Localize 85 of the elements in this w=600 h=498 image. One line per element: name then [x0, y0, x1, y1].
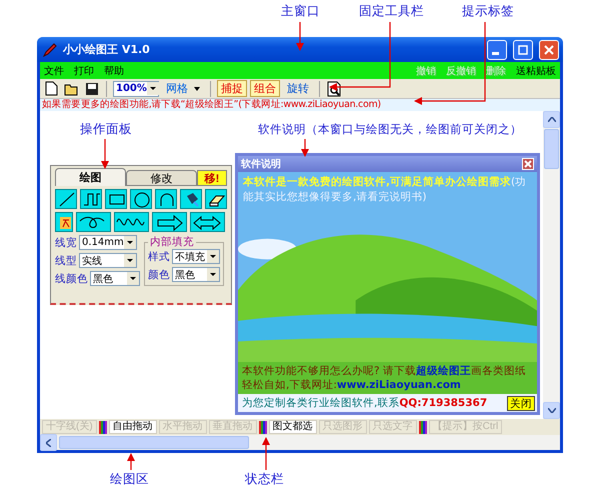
- color-bars-icon: [98, 420, 107, 434]
- maximize-button[interactable]: [513, 40, 533, 60]
- close-button[interactable]: 关闭: [507, 396, 535, 410]
- maximize-icon: [518, 44, 528, 54]
- menu-item[interactable]: 打印: [74, 64, 94, 78]
- dropdown-caret-icon: [146, 82, 159, 95]
- leader-arrow: [101, 139, 109, 169]
- circle-icon: [132, 190, 150, 208]
- panel-tab[interactable]: 绘图: [55, 168, 126, 186]
- scroll-left-icon[interactable]: [40, 434, 57, 451]
- line-icon: [57, 190, 75, 208]
- dropdown-caret-icon: [124, 254, 136, 267]
- drawing-tool-button[interactable]: [55, 189, 77, 209]
- field-label: 线型: [55, 254, 77, 268]
- contact-text: 为您定制各类行业绘图软件,联系QQ:719385367: [242, 396, 488, 410]
- scrollbar-thumb[interactable]: [544, 129, 559, 169]
- field-label: 线宽: [55, 236, 77, 250]
- toolbar-button[interactable]: 组合: [250, 80, 280, 97]
- save-icon[interactable]: [83, 80, 100, 97]
- annotation-label: 主窗口: [281, 3, 320, 20]
- annotation-label: 操作面板: [80, 121, 132, 138]
- leader-arrow: [301, 139, 309, 157]
- select-field[interactable]: 不填充: [172, 249, 220, 264]
- leader-arrow: [329, 22, 391, 91]
- color-bars-icon: [418, 420, 427, 434]
- annotation-label: 提示标签: [462, 3, 514, 20]
- dropdown-caret-icon: [127, 272, 139, 285]
- annotation-label: 固定工具栏: [359, 3, 424, 20]
- close-button[interactable]: [522, 158, 534, 170]
- leader-arrow: [296, 22, 304, 51]
- drawing-tool-button[interactable]: [105, 189, 127, 209]
- minimize-button[interactable]: [487, 40, 507, 60]
- zoom-dropdown[interactable]: 100%: [113, 80, 159, 96]
- vertical-scrollbar[interactable]: [543, 111, 560, 419]
- new-file-icon[interactable]: [43, 80, 60, 97]
- window-title: 小小绘图王 V1.0: [63, 42, 151, 57]
- select-field[interactable]: 0.14mm: [79, 235, 137, 250]
- pencil-icon: [43, 42, 57, 56]
- double-arrow-icon: [192, 213, 223, 231]
- annotation-label: 状态栏: [245, 471, 284, 488]
- hint-label: 如果需要更多的绘图功能,请下载“超级绘图王”(下载网址:www.ziLiaoyuan.com): [40, 99, 560, 111]
- drawing-tool-button[interactable]: [180, 189, 202, 209]
- horizontal-scrollbar[interactable]: [40, 435, 560, 450]
- drawing-tool-button[interactable]: [76, 212, 111, 232]
- close-button[interactable]: [539, 40, 559, 60]
- drawing-tool-button[interactable]: [190, 212, 225, 232]
- status-toggle[interactable]: 自由拖动: [108, 420, 157, 434]
- drawing-tool-button[interactable]: [152, 212, 187, 232]
- scroll-up-icon[interactable]: [543, 111, 560, 128]
- color-bars-icon: [258, 420, 267, 434]
- drawing-tool-button[interactable]: [205, 189, 227, 209]
- select-field[interactable]: 实线: [79, 253, 137, 268]
- dropdown-caret-icon: [207, 250, 219, 263]
- drawing-tool-button[interactable]: [114, 212, 149, 232]
- leader-arrow: [262, 437, 270, 470]
- drawing-tool-button[interactable]: [80, 189, 102, 209]
- menu-item[interactable]: 帮助: [104, 64, 124, 78]
- grid-dropdown[interactable]: 网格: [162, 80, 204, 97]
- caret-icon: [194, 86, 200, 90]
- dialog-title: 软件说明: [241, 158, 281, 171]
- scroll-down-icon[interactable]: [543, 402, 560, 419]
- select-field[interactable]: 黑色: [172, 267, 220, 282]
- group-title: 内部填充: [149, 235, 195, 249]
- field-label: 颜色: [148, 268, 170, 282]
- toolbar-button[interactable]: 捕捉: [217, 80, 247, 97]
- minimize-icon: [492, 52, 499, 55]
- menu-item[interactable]: 文件: [44, 64, 64, 78]
- scrollbar-thumb[interactable]: [59, 436, 249, 449]
- select-field[interactable]: 黑色: [90, 271, 140, 286]
- leader-arrow: [127, 453, 135, 470]
- field-label: 样式: [148, 250, 170, 264]
- dropdown-caret-icon: [207, 268, 219, 281]
- promo-text: 本软件功能不够用怎么办呢? 请下载超级绘图王画各类图纸轻松自如,下载网址:www.ziLiaoyuan.com: [238, 362, 537, 394]
- close-icon: [524, 160, 532, 168]
- close-icon: [544, 44, 554, 54]
- intro-text: 本软件是一款免费的绘图软件,可满足简单办公绘图需求(功能其实比您想像得要多,请看完说明书): [242, 175, 528, 205]
- panel-tab[interactable]: 修改: [126, 170, 197, 186]
- status-toggle[interactable]: 图文都选: [268, 420, 317, 434]
- menu-item[interactable]: 送粘贴板: [516, 64, 556, 78]
- dropdown-caret-icon: [124, 236, 136, 249]
- drawing-tool-button[interactable]: [155, 189, 177, 209]
- panel-tab[interactable]: 移!: [197, 170, 227, 186]
- drawing-tool-button[interactable]: [130, 189, 152, 209]
- field-label: 线颜色: [55, 272, 88, 286]
- toolbar-button[interactable]: 旋转: [283, 80, 313, 97]
